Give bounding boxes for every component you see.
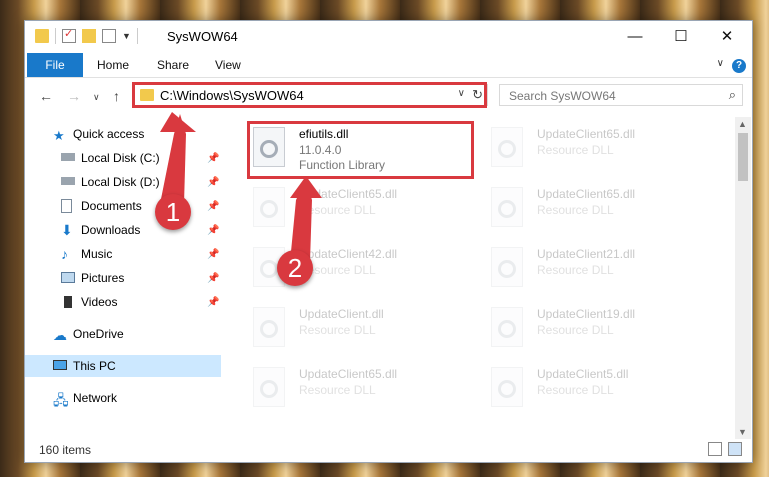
- step-2-callout: 2: [277, 250, 313, 286]
- step-1-callout: 1: [155, 194, 191, 230]
- arrow-1-head: [160, 112, 196, 132]
- arrow-2-head: [290, 176, 322, 198]
- annotation-arrows: [160, 112, 322, 262]
